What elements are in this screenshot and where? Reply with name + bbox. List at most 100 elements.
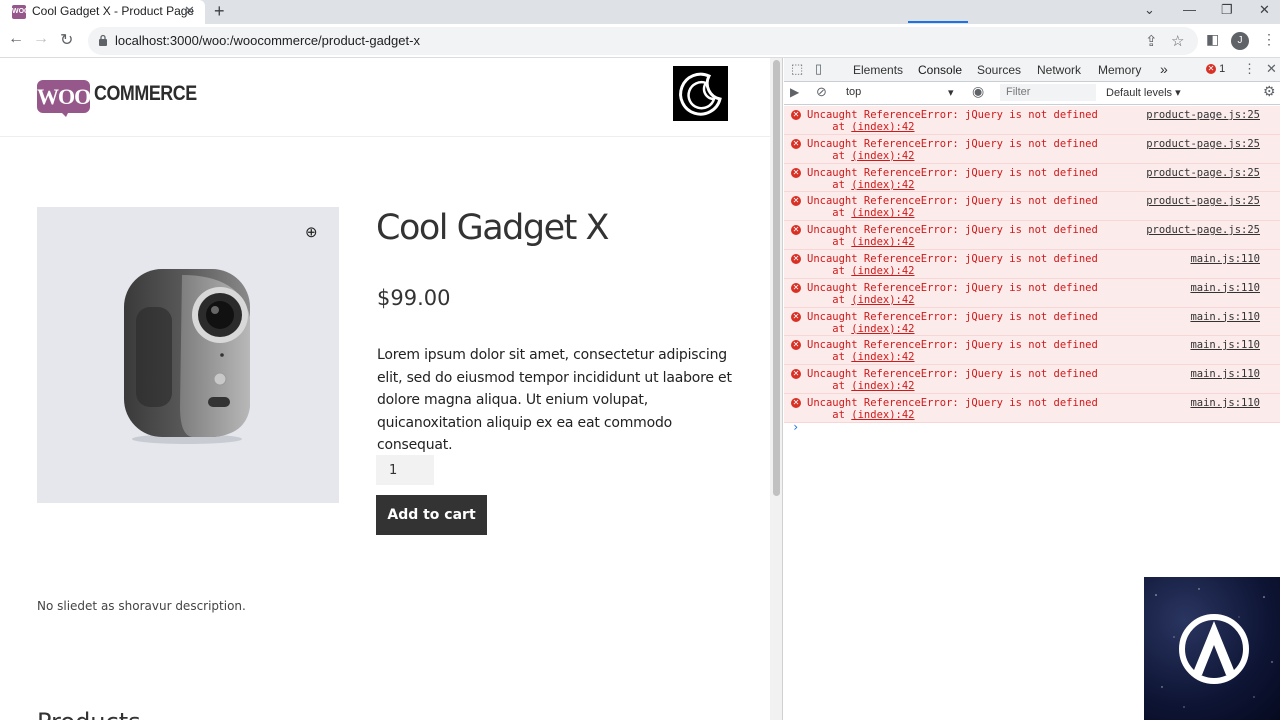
inspect-element-icon[interactable]: ⬚ bbox=[791, 61, 803, 77]
stack-trace-line: at (index):42 bbox=[807, 409, 914, 421]
stack-trace-link[interactable]: (index):42 bbox=[851, 121, 914, 133]
error-icon: ✕ bbox=[791, 282, 801, 293]
reload-icon[interactable]: ↻ bbox=[60, 30, 73, 50]
menu-kebab-icon[interactable]: ⋮ bbox=[1262, 31, 1276, 48]
console-error-row[interactable]: ✕ Uncaught ReferenceError: jQuery is not … bbox=[784, 307, 1280, 337]
zoom-magnifier-icon[interactable]: ⊕ bbox=[305, 223, 318, 241]
window-close-icon[interactable]: ✕ bbox=[1259, 2, 1270, 18]
stack-at-text: at bbox=[832, 351, 845, 364]
tab-close-icon[interactable]: ✕ bbox=[184, 3, 195, 19]
console-error-row[interactable]: ✕ Uncaught ReferenceError: jQuery is not … bbox=[784, 278, 1280, 308]
devtools-settings-kebab-icon[interactable]: ⋮ bbox=[1243, 61, 1256, 77]
error-icon: ✕ bbox=[791, 196, 801, 207]
stack-trace-link[interactable]: (index):42 bbox=[851, 179, 914, 191]
console-messages: ✕ Uncaught ReferenceError: jQuery is not … bbox=[784, 106, 1280, 423]
more-tabs-icon[interactable]: » bbox=[1160, 61, 1168, 77]
stack-trace-link[interactable]: (index):42 bbox=[851, 150, 914, 162]
quantity-input[interactable] bbox=[376, 455, 434, 485]
console-error-row[interactable]: ✕ Uncaught ReferenceError: jQuery is not … bbox=[784, 134, 1280, 164]
add-to-cart-button[interactable]: Add to cart bbox=[376, 495, 487, 535]
back-arrow-icon[interactable]: ← bbox=[8, 30, 24, 48]
live-expression-eye-icon[interactable]: ◉ bbox=[972, 83, 984, 100]
console-filter-input[interactable]: Filter bbox=[1000, 84, 1096, 101]
source-link[interactable]: product-page.js:25 bbox=[1146, 195, 1260, 207]
stack-trace-link[interactable]: (index):42 bbox=[851, 409, 914, 421]
profile-avatar[interactable]: J bbox=[1231, 32, 1249, 50]
error-icon: ✕ bbox=[791, 110, 801, 120]
bookmark-star-icon[interactable]: ☆ bbox=[1171, 32, 1184, 50]
stack-trace-link[interactable]: (index):42 bbox=[851, 236, 914, 248]
error-icon: ✕ bbox=[791, 225, 801, 236]
stack-trace-link[interactable]: (index):42 bbox=[851, 265, 914, 277]
error-counter[interactable]: ✕ 1 bbox=[1206, 63, 1225, 75]
product-image[interactable]: ⊕ bbox=[37, 207, 339, 503]
tab-memory[interactable]: Memory bbox=[1098, 63, 1141, 77]
source-link[interactable]: product-page.js:25 bbox=[1146, 109, 1260, 121]
product-price: $99.00 bbox=[377, 286, 451, 310]
device-toolbar-icon[interactable]: ▯ bbox=[815, 61, 822, 77]
console-error-row[interactable]: ✕ Uncaught ReferenceError: jQuery is not … bbox=[784, 221, 1280, 250]
error-icon: ✕ bbox=[791, 167, 801, 178]
console-error-row[interactable]: ✕ Uncaught ReferenceError: jQuery is not … bbox=[784, 163, 1280, 193]
floating-widget[interactable] bbox=[1144, 577, 1280, 720]
source-link[interactable]: main.js:110 bbox=[1190, 311, 1260, 323]
product-title: Cool Gadget X bbox=[376, 208, 609, 248]
stack-at-text: at bbox=[832, 178, 845, 191]
new-tab-button[interactable]: + bbox=[214, 1, 225, 22]
console-prompt[interactable]: › bbox=[792, 420, 799, 434]
stack-trace-link[interactable]: (index):42 bbox=[851, 207, 914, 219]
stack-trace-link[interactable]: (index):42 bbox=[851, 323, 914, 335]
browser-tab[interactable]: WOO Cool Gadget X - Product Page ✕ bbox=[0, 0, 205, 24]
tab-elements[interactable]: Elements bbox=[853, 63, 903, 77]
source-link[interactable]: product-page.js:25 bbox=[1146, 167, 1260, 179]
moon-logo-icon[interactable] bbox=[673, 66, 728, 121]
error-message: Uncaught ReferenceError: jQuery is not d… bbox=[807, 166, 1098, 179]
stack-trace-link[interactable]: (index):42 bbox=[851, 351, 914, 363]
source-link[interactable]: main.js:110 bbox=[1190, 282, 1260, 294]
clear-console-icon[interactable]: ⊘ bbox=[816, 84, 827, 100]
stack-trace-link[interactable]: (index):42 bbox=[851, 380, 914, 392]
console-error-row[interactable]: ✕ Uncaught ReferenceError: jQuery is not … bbox=[784, 192, 1280, 222]
source-link[interactable]: main.js:110 bbox=[1190, 339, 1260, 351]
stack-at-text: at bbox=[832, 322, 845, 335]
console-settings-gear-icon[interactable]: ⚙ bbox=[1263, 83, 1276, 100]
error-message: Uncaught ReferenceError: jQuery is not d… bbox=[807, 137, 1098, 150]
share-icon[interactable]: ⇪ bbox=[1145, 32, 1158, 50]
console-error-row[interactable]: ✕ Uncaught ReferenceError: jQuery is not … bbox=[784, 336, 1280, 366]
tab-search-icon[interactable]: ⌄ bbox=[1144, 2, 1155, 18]
stack-at-text: at bbox=[832, 380, 845, 393]
tab-sources[interactable]: Sources bbox=[977, 63, 1021, 77]
console-error-row[interactable]: ✕ Uncaught ReferenceError: jQuery is not … bbox=[784, 106, 1280, 135]
woo-favicon-icon: WOO bbox=[12, 5, 30, 19]
console-error-row[interactable]: ✕ Uncaught ReferenceError: jQuery is not … bbox=[784, 365, 1280, 394]
tab-network[interactable]: Network bbox=[1037, 63, 1081, 77]
source-link[interactable]: main.js:110 bbox=[1190, 253, 1260, 265]
page-scrollbar-thumb[interactable] bbox=[773, 60, 780, 496]
lock-icon bbox=[99, 34, 107, 46]
tab-console[interactable]: Console bbox=[918, 63, 962, 77]
stack-trace-line: at (index):42 bbox=[807, 380, 914, 393]
tab-strip: WOO Cool Gadget X - Product Page ✕ + ⌄ —… bbox=[0, 0, 1280, 24]
restore-icon[interactable]: ❐ bbox=[1221, 2, 1233, 18]
side-panel-icon[interactable]: ◧ bbox=[1206, 31, 1219, 48]
source-link[interactable]: product-page.js:25 bbox=[1146, 224, 1260, 236]
browser-toolbar: ← → ↻ localhost:3000/woo:/woocommerce/pr… bbox=[0, 24, 1280, 58]
address-bar[interactable]: localhost:3000/woo:/woocommerce/product-… bbox=[88, 27, 1198, 55]
source-link[interactable]: main.js:110 bbox=[1190, 368, 1260, 380]
page-scrollbar[interactable] bbox=[770, 58, 783, 720]
console-error-row[interactable]: ✕ Uncaught ReferenceError: jQuery is not … bbox=[784, 249, 1280, 279]
context-selector[interactable]: top ▾ bbox=[846, 86, 954, 99]
source-link[interactable]: product-page.js:25 bbox=[1146, 138, 1260, 150]
error-message: Uncaught ReferenceError: jQuery is not d… bbox=[807, 224, 1098, 237]
source-link[interactable]: main.js:110 bbox=[1190, 397, 1260, 409]
forward-arrow-icon[interactable]: → bbox=[33, 30, 49, 48]
stack-trace-link[interactable]: (index):42 bbox=[851, 294, 914, 306]
stack-at-text: at bbox=[832, 149, 845, 162]
stack-at-text: at bbox=[832, 207, 845, 220]
devtools-close-icon[interactable]: ✕ bbox=[1266, 61, 1277, 77]
log-levels-dropdown[interactable]: Default levels ▾ bbox=[1106, 86, 1181, 99]
console-error-row[interactable]: ✕ Uncaught ReferenceError: jQuery is not … bbox=[784, 393, 1280, 423]
sidebar-toggle-icon[interactable]: ▶ bbox=[790, 85, 799, 99]
url-text[interactable]: localhost:3000/woo:/woocommerce/product-… bbox=[115, 33, 420, 48]
minimize-icon[interactable]: — bbox=[1183, 2, 1196, 17]
